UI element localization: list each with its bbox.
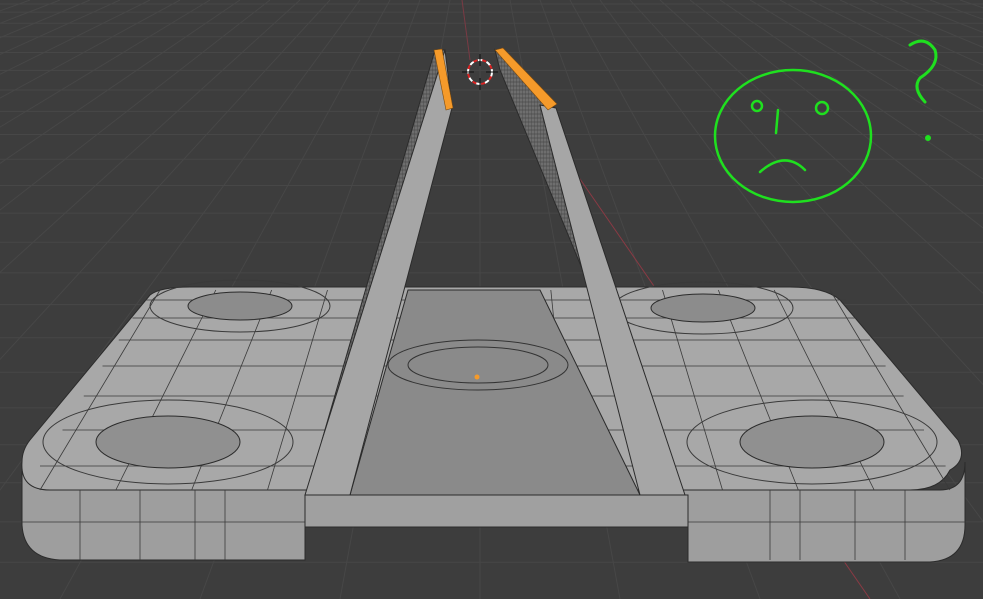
- viewport-canvas[interactable]: [0, 0, 983, 599]
- center-front-face: [304, 494, 689, 528]
- y-axis-line: [461, 0, 471, 61]
- origin-point-icon: [474, 374, 480, 380]
- 3d-viewport[interactable]: [0, 0, 983, 599]
